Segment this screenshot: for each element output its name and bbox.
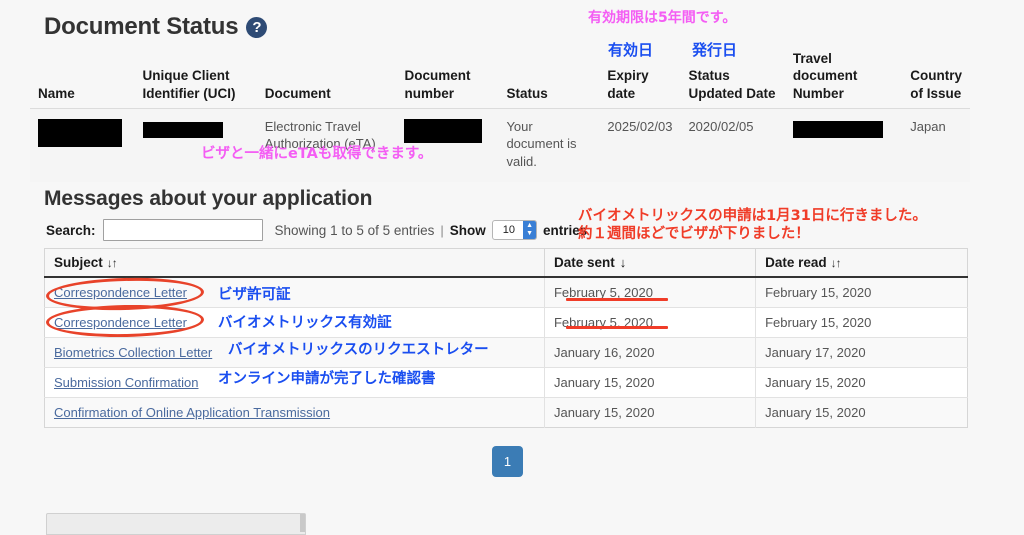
table-row: Correspondence Letter February 5, 2020 F… bbox=[44, 277, 968, 308]
table-row: Confirmation of Online Application Trans… bbox=[44, 397, 968, 428]
show-label: Show bbox=[449, 222, 486, 238]
showing-entries-text: Showing 1 to 5 of 5 entries bbox=[274, 222, 435, 238]
annotation-underline-row1-date bbox=[566, 298, 668, 301]
messages-col-label-subject: Subject bbox=[54, 255, 103, 270]
pagination: 1 bbox=[492, 446, 523, 477]
col-header-document: Document bbox=[256, 48, 397, 109]
cell-name bbox=[30, 108, 135, 183]
table-row: Submission Confirmation January 15, 2020… bbox=[44, 367, 968, 398]
annotation-biometrics-line2: 約１週間ほどでビザが下りました！ bbox=[578, 226, 810, 242]
cell-status: Your document is valid. bbox=[498, 108, 600, 183]
document-status-heading: Document Status bbox=[44, 13, 239, 40]
annotation-row1-note: ビザ許可証 bbox=[218, 287, 291, 303]
annotation-expiry-years: 有効期限は5年間です。 bbox=[588, 10, 737, 26]
messages-controls: Search: Showing 1 to 5 of 5 entries | Sh… bbox=[46, 219, 587, 241]
cell-expiry-date: 2025/02/03 bbox=[599, 108, 681, 183]
annotation-row3-note: バイオメトリックスのリクエストレター bbox=[228, 342, 489, 358]
annotation-row2-note: バイオメトリックス有効証 bbox=[218, 315, 392, 331]
redaction-box-travel-number bbox=[792, 120, 883, 138]
cell-date-sent: January 15, 2020 bbox=[544, 367, 757, 398]
cell-date-read: January 15, 2020 bbox=[755, 397, 968, 428]
message-subject-link[interactable]: Correspondence Letter bbox=[54, 315, 187, 330]
cell-date-read: January 15, 2020 bbox=[755, 367, 968, 398]
message-subject-link[interactable]: Biometrics Collection Letter bbox=[54, 345, 212, 360]
col-header-docnumber: Document number bbox=[396, 48, 499, 109]
pagination-page-1-button[interactable]: 1 bbox=[492, 446, 523, 477]
messages-table: Subject ↓↑ Date sent ↓ Date read ↓↑ Corresp… bbox=[44, 248, 968, 428]
redaction-box-document-number bbox=[404, 118, 483, 143]
cell-country-of-issue: Japan bbox=[902, 108, 970, 183]
bottom-partial-panel bbox=[46, 513, 306, 535]
search-input[interactable] bbox=[102, 219, 263, 241]
cell-date-read: February 15, 2020 bbox=[755, 277, 968, 308]
annotation-row4-note: オンライン申請が完了した確認書 bbox=[218, 371, 436, 387]
redaction-box-name bbox=[38, 118, 122, 147]
controls-separator: | bbox=[440, 222, 444, 238]
messages-heading: Messages about your application bbox=[44, 187, 373, 210]
entries-per-page-select[interactable]: 10 ▲ ▼ bbox=[491, 220, 538, 240]
cell-status-updated-date: 2020/02/05 bbox=[680, 108, 785, 183]
message-subject-link[interactable]: Submission Confirmation bbox=[54, 375, 199, 390]
question-mark-circle-icon[interactable]: ? bbox=[246, 17, 268, 38]
col-header-travel: Travel document Number bbox=[784, 48, 903, 109]
messages-col-header-subject[interactable]: Subject ↓↑ bbox=[44, 248, 545, 278]
entries-per-page-value: 10 bbox=[502, 224, 516, 236]
annotation-issue-date-label: 発行日 bbox=[692, 41, 738, 59]
cell-subject: Correspondence Letter bbox=[44, 277, 545, 308]
stepper-arrows-icon[interactable]: ▲ ▼ bbox=[523, 221, 537, 239]
annotation-expiry-date-label: 有効日 bbox=[608, 41, 654, 59]
table-row: Correspondence Letter February 5, 2020 F… bbox=[44, 307, 968, 338]
cell-subject: Confirmation of Online Application Trans… bbox=[44, 397, 545, 428]
messages-col-label-date-sent: Date sent bbox=[553, 255, 615, 270]
message-subject-link[interactable]: Correspondence Letter bbox=[54, 285, 187, 300]
messages-col-label-date-read: Date read bbox=[765, 255, 827, 270]
page-root: Document Status? Name Unique Client Iden… bbox=[0, 0, 1024, 535]
messages-header-row: Subject ↓↑ Date sent ↓ Date read ↓↑ bbox=[44, 248, 968, 278]
cell-date-read: January 17, 2020 bbox=[755, 337, 968, 368]
sort-both-icon-date-read: ↓↑ bbox=[830, 256, 842, 270]
page-title: Document Status? bbox=[44, 13, 268, 41]
col-header-name: Name bbox=[30, 48, 135, 109]
cell-date-sent: January 15, 2020 bbox=[544, 397, 757, 428]
search-label: Search: bbox=[46, 222, 96, 238]
annotation-eta-note: ビザと一緒にeTAも取得できます。 bbox=[201, 146, 433, 162]
cell-date-read: February 15, 2020 bbox=[755, 307, 968, 338]
col-header-uci: Unique Client Identifier (UCI) bbox=[134, 48, 257, 109]
document-status-table: Name Unique Client Identifier (UCI) Docu… bbox=[30, 48, 970, 183]
document-status-row: Electronic Travel Authorization (eTA) Yo… bbox=[30, 108, 970, 183]
cell-date-sent: February 5, 2020 bbox=[544, 277, 757, 308]
messages-col-header-date-sent[interactable]: Date sent ↓ bbox=[544, 248, 757, 278]
sort-descending-icon-date-sent: ↓ bbox=[619, 255, 627, 270]
table-row: Biometrics Collection Letter January 16,… bbox=[44, 337, 968, 368]
redaction-box-uci bbox=[142, 121, 223, 138]
col-header-country: Country of Issue bbox=[902, 48, 970, 109]
cell-date-sent: February 5, 2020 bbox=[544, 307, 757, 338]
document-status-header-row: Name Unique Client Identifier (UCI) Docu… bbox=[30, 48, 970, 109]
messages-col-header-date-read[interactable]: Date read ↓↑ bbox=[755, 248, 968, 278]
annotation-underline-row2-date bbox=[566, 326, 668, 329]
cell-travel-document-number bbox=[784, 108, 903, 183]
sort-both-icon-subject: ↓↑ bbox=[106, 256, 118, 270]
cell-date-sent: January 16, 2020 bbox=[544, 337, 757, 368]
col-header-status: Status bbox=[498, 48, 600, 109]
message-subject-link[interactable]: Confirmation of Online Application Trans… bbox=[54, 405, 330, 420]
